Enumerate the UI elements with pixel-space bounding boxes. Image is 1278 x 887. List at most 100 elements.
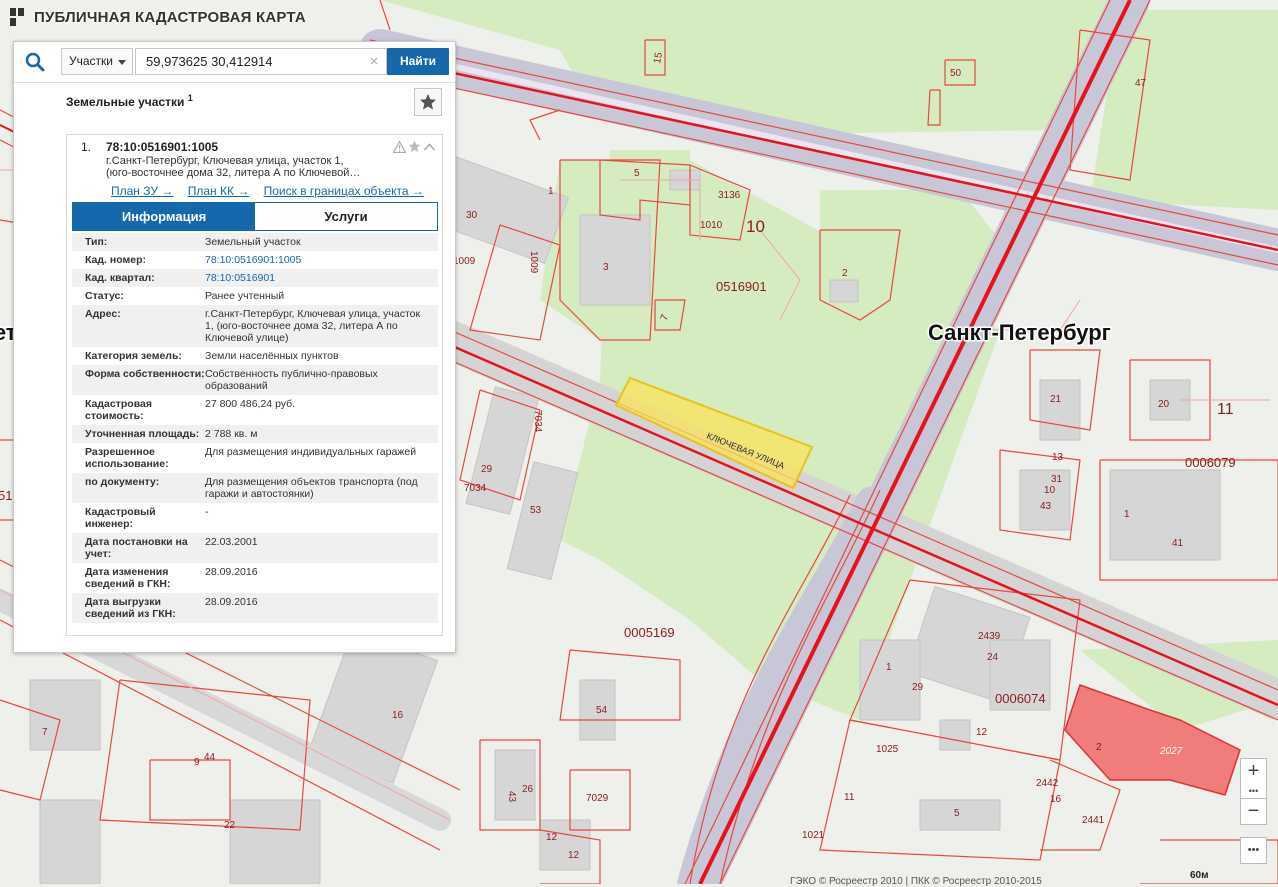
search-bar: Участки 59,973625 30,412914 × Найти xyxy=(14,42,455,83)
info-key: по документу: xyxy=(85,476,160,488)
tab-information[interactable]: Информация xyxy=(73,203,255,230)
info-row: Разрешенное использование: Для размещения… xyxy=(72,443,438,473)
info-value: 2 788 кв. м xyxy=(205,428,258,440)
info-row: по документу: Для размещения объектов тра… xyxy=(72,473,438,503)
parcel-label: 13 xyxy=(1052,452,1064,463)
parcel-label: 11 xyxy=(844,792,855,803)
parcel-label: 5 xyxy=(634,168,640,179)
parcel-label: 2442 xyxy=(1036,778,1059,789)
results-title-text: Земельные участки xyxy=(66,95,185,109)
parcel-label: 54 xyxy=(596,705,608,716)
parcel-label: 41 xyxy=(1172,538,1184,549)
quarter-label: 0006074 xyxy=(995,691,1046,706)
parcel-label: 21 xyxy=(1050,394,1062,405)
info-key: Статус: xyxy=(85,290,124,302)
info-key: Дата выгрузки сведений из ГКН: xyxy=(85,596,176,620)
plan-kk-link[interactable]: План КК → xyxy=(188,184,250,198)
info-row: Дата изменения сведений в ГКН: 28.09.2016 xyxy=(72,563,438,593)
info-key: Кадастровая стоимость: xyxy=(85,398,152,422)
quarter-label: 0516901 xyxy=(716,279,767,294)
search-input[interactable]: 59,973625 30,412914 xyxy=(135,48,387,75)
result-links: План ЗУ → План КК → Поиск в границах объ… xyxy=(111,184,441,198)
parcel-label: 1 xyxy=(886,662,892,673)
info-key: Дата изменения сведений в ГКН: xyxy=(85,566,171,590)
parcel-label: 2 xyxy=(1096,742,1102,753)
info-row: Кад. номер: 78:10:0516901:1005 xyxy=(72,251,438,269)
info-row: Адрес: г.Санкт-Петербург, Ключевая улица,… xyxy=(72,305,438,347)
info-value-link[interactable]: 78:10:0516901:1005 xyxy=(205,254,430,266)
search-type-select[interactable]: Участки xyxy=(61,48,133,75)
zoom-out-button[interactable]: − xyxy=(1240,798,1267,825)
info-value: Для размещения индивидуальных гаражей xyxy=(205,446,417,458)
city-label: Санкт-Петербург xyxy=(928,320,1111,345)
info-value: Земельный участок xyxy=(205,236,301,248)
info-value-link[interactable]: 78:10:0516901 xyxy=(205,272,430,284)
plan-zu-link[interactable]: План ЗУ → xyxy=(111,184,173,198)
app-header: ПУБЛИЧНАЯ КАДАСТРОВАЯ КАРТА xyxy=(0,0,360,34)
parcel-label: 30 xyxy=(466,210,478,221)
parcel-label: 50 xyxy=(950,68,962,79)
favorites-button[interactable] xyxy=(414,88,442,116)
parcel-label: 7034 xyxy=(532,410,543,433)
info-key: Кадастровый инженер: xyxy=(85,506,156,530)
parcel-label: 1010 xyxy=(700,220,723,231)
more-scale-button[interactable]: ••• xyxy=(1240,784,1267,798)
result-number: 1. xyxy=(81,140,92,154)
clear-search-icon[interactable]: × xyxy=(364,48,384,75)
parcel-label: 53 xyxy=(530,505,542,516)
info-table: Тип: Земельный участок Кад. номер: 78:10:0… xyxy=(72,233,438,623)
results-title: Земельные участки 1 xyxy=(66,93,193,109)
parcel-label: 11 xyxy=(1217,401,1234,418)
parcel-label: 1 xyxy=(1124,509,1130,520)
scale-label: 60м xyxy=(1190,870,1209,881)
parcel-label: 31 xyxy=(1051,474,1063,485)
chevron-up-icon[interactable] xyxy=(423,141,436,153)
parcel-label: 7 xyxy=(42,727,48,738)
parcel-label: 10 xyxy=(1044,485,1056,496)
info-row: Статус: Ранее учтенный xyxy=(72,287,438,305)
parcel-label: 2441 xyxy=(1082,815,1105,826)
rosreestr-logo-icon xyxy=(10,8,24,26)
warning-icon[interactable] xyxy=(393,141,406,153)
search-panel: Участки 59,973625 30,412914 × Найти Земе… xyxy=(13,41,456,653)
star-icon xyxy=(419,93,437,110)
parcel-label: 1025 xyxy=(876,744,899,755)
info-value: Собственность публично-правовых образова… xyxy=(205,368,378,392)
parcel-label: 3 xyxy=(603,262,609,273)
info-value: 27 800 486,24 руб. xyxy=(205,398,296,410)
zoom-in-button[interactable]: + xyxy=(1240,758,1267,785)
copyright: ГЭКО © Росреестр 2010 | ПКК © Росреестр … xyxy=(790,876,1042,887)
quarter-label: 0006079 xyxy=(1185,455,1236,470)
search-in-bounds-link[interactable]: Поиск в границах объекта → xyxy=(264,184,424,198)
info-row: Дата постановки на учет: 22.03.2001 xyxy=(72,533,438,563)
parcel-label: 7029 xyxy=(586,793,609,804)
parcel-label: 7034 xyxy=(464,483,487,494)
info-value: Для размещения объектов транспорта (под … xyxy=(205,476,418,500)
search-toggle-button[interactable] xyxy=(14,42,56,82)
info-row: Кад. квартал: 78:10:0516901 xyxy=(72,269,438,287)
info-row: Кадастровый инженер: - xyxy=(72,503,438,533)
info-value: Ранее учтенный xyxy=(205,290,285,302)
info-key: Тип: xyxy=(85,236,108,248)
parcel-label: 29 xyxy=(912,682,924,693)
star-icon[interactable] xyxy=(408,140,421,153)
parcel-label: 26 xyxy=(522,784,534,795)
parcel-label: 16 xyxy=(1050,794,1062,805)
parcel-label: 44 xyxy=(204,752,216,763)
info-row: Категория земель: Земли населённых пункто… xyxy=(72,347,438,365)
info-key: Категория земель: xyxy=(85,350,182,362)
tab-services[interactable]: Услуги xyxy=(255,203,437,230)
result-tabs: Информация Услуги xyxy=(72,202,438,231)
parcel-label: 12 xyxy=(568,850,580,861)
parcel-label: 43 xyxy=(506,791,517,803)
result-cadastral-number[interactable]: 78:10:0516901:1005 xyxy=(106,140,218,154)
parcel-label: 47 xyxy=(1135,78,1147,89)
info-value: - xyxy=(205,506,209,518)
parcel-label: 3136 xyxy=(718,190,741,201)
parcel-label: 16 xyxy=(392,710,404,721)
find-button[interactable]: Найти xyxy=(387,48,449,75)
parcel-label: 2 xyxy=(842,268,848,279)
more-tools-button[interactable]: ••• xyxy=(1240,837,1267,864)
parcel-label: 12 xyxy=(976,727,988,738)
parcel-label: 9 xyxy=(194,757,200,768)
